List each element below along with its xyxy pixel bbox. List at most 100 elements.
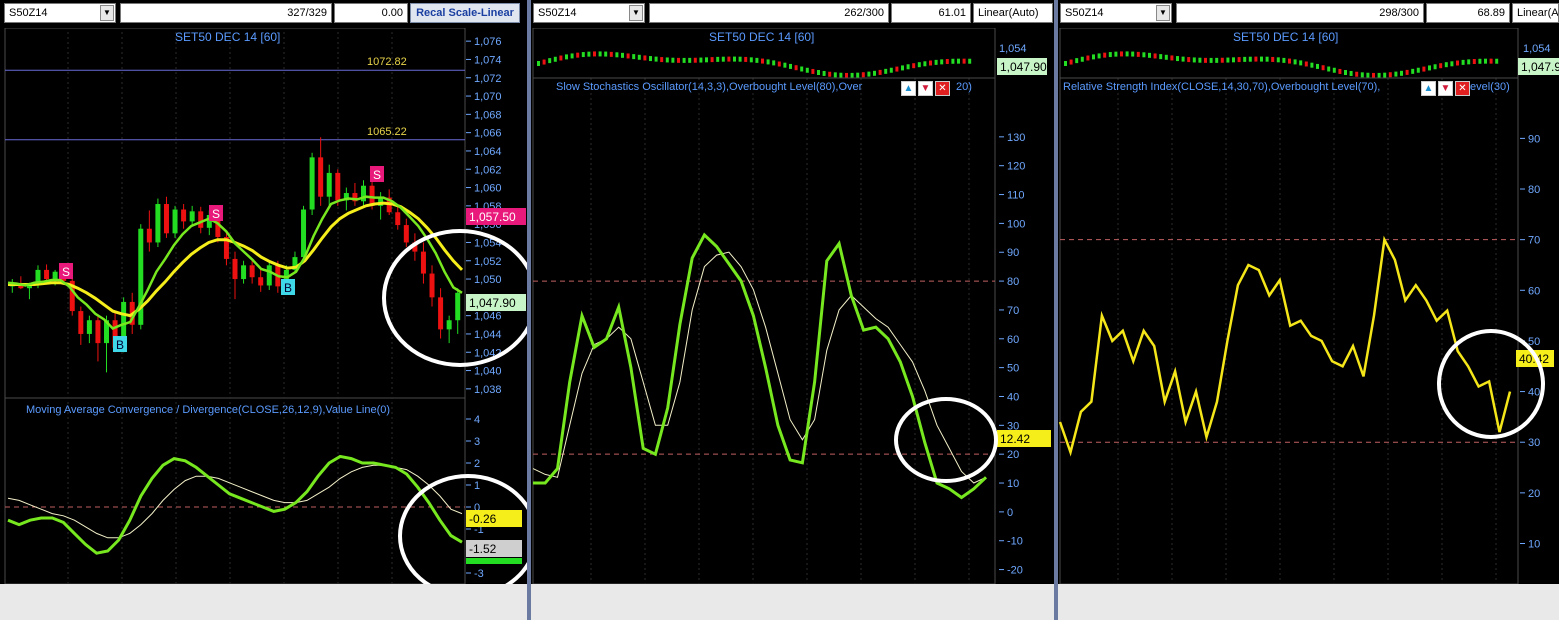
mini-candle	[744, 56, 748, 62]
scale-mode-button[interactable]: Linear(Auto)	[973, 3, 1053, 23]
chevron-down-icon[interactable]: ▼	[629, 5, 643, 21]
y-tick-label: 1,052	[474, 256, 502, 268]
chevron-down-icon[interactable]: ▼	[100, 5, 114, 21]
y-tick-label: 40	[1007, 391, 1019, 403]
mini-candle	[733, 56, 736, 62]
panel3-toolbar: S50Z14 ▼ 298/300 68.89 Linear(Auto	[1058, 0, 1559, 28]
y-tick-label: 1,062	[474, 164, 502, 176]
mini-candle	[917, 62, 921, 68]
macd-line	[7, 454, 463, 555]
mini-candle	[1288, 58, 1291, 64]
mini-candle	[1248, 56, 1252, 62]
mini-candle	[1282, 57, 1286, 63]
move-down-icon[interactable]: ▼	[918, 81, 933, 96]
mini-candle	[654, 56, 658, 62]
mini-candle	[884, 68, 888, 74]
mini-candle	[1215, 57, 1219, 63]
mini-candle	[598, 51, 602, 57]
y-tick-label: -20	[1007, 565, 1023, 577]
scale-mode-button[interactable]: Linear(Auto	[1512, 3, 1559, 23]
y-tick-label: 10	[1528, 538, 1540, 550]
mini-candle	[637, 54, 641, 60]
signal-label: B	[284, 281, 292, 295]
mini-candle	[1131, 51, 1135, 57]
mini-candle	[1125, 51, 1129, 57]
mini-candle	[968, 58, 972, 64]
bar-count: 262/300	[649, 3, 889, 23]
mini-candle	[777, 61, 781, 67]
mini-candle	[570, 53, 574, 59]
move-up-icon[interactable]: ▲	[901, 81, 916, 96]
mini-candle	[929, 60, 932, 66]
mini-candle	[1400, 70, 1403, 76]
stoch-d-line	[532, 251, 987, 484]
recal-scale-button[interactable]: Recal Scale-Linear	[410, 3, 520, 23]
mini-candle	[665, 57, 669, 63]
candle-body	[429, 273, 435, 298]
macd-signal-line	[7, 464, 463, 539]
candle-body	[86, 320, 92, 334]
chevron-down-icon[interactable]: ▼	[1156, 5, 1170, 21]
close-icon[interactable]: ✕	[1455, 81, 1470, 96]
stochastic-chart-svg: SET50 DEC 14 [60] 1,054 1,047.90 Slow Stoch…	[532, 28, 1051, 617]
mini-candle	[537, 61, 540, 66]
mini-candle	[1153, 53, 1157, 59]
macd-label-yellow: -0.26	[469, 512, 497, 526]
candle-body	[438, 297, 444, 330]
close-icon[interactable]: ✕	[935, 81, 950, 96]
mini-candle	[873, 70, 876, 76]
mini-candle	[906, 64, 910, 70]
mini-candle	[828, 71, 832, 77]
mini-candle	[716, 56, 720, 62]
pane-frame	[4, 397, 466, 585]
mini-candle	[805, 67, 809, 73]
value-box: 61.01	[891, 3, 971, 23]
mini-candle	[565, 54, 568, 60]
move-up-icon[interactable]: ▲	[1421, 81, 1436, 96]
mini-candle	[1243, 56, 1247, 62]
signal-label: S	[62, 265, 70, 279]
mini-candle	[1108, 52, 1112, 58]
mini-candle	[1069, 59, 1073, 65]
y-tick-label: 1,054	[999, 43, 1027, 55]
mini-candle	[912, 63, 916, 69]
value-box: 0.00	[334, 3, 408, 23]
mini-candle	[677, 57, 680, 63]
mini-candle	[559, 55, 563, 61]
highlight-circle	[1437, 329, 1545, 439]
mini-candle	[845, 72, 848, 78]
chart-title: SET50 DEC 14 [60]	[709, 30, 814, 44]
chart-title: SET50 DEC 14 [60]	[175, 30, 280, 44]
mini-candle	[548, 58, 552, 64]
mini-candle	[1086, 55, 1090, 61]
move-down-icon[interactable]: ▼	[1438, 81, 1453, 96]
mini-candle	[1394, 71, 1398, 77]
chart-panel-1: S50Z14 ▼ 327/329 0.00 Recal Scale-Linear…	[0, 0, 527, 620]
mini-candle	[576, 52, 580, 58]
y-tick-label: 10	[1007, 478, 1019, 490]
candle-body	[301, 209, 307, 258]
price-label-red: 1,057.50	[469, 210, 516, 224]
mini-candle	[1064, 61, 1067, 66]
mini-candle	[1433, 64, 1437, 70]
y-tick-label: 20	[1007, 449, 1019, 461]
candle-body	[52, 271, 58, 280]
value-box: 68.89	[1426, 3, 1510, 23]
mini-candle	[850, 72, 854, 78]
mini-candle	[542, 59, 546, 65]
mini-candle	[1327, 66, 1331, 72]
y-tick-label: 1,076	[474, 36, 502, 48]
mini-candle	[1316, 63, 1319, 69]
mini-candle	[1198, 57, 1202, 63]
signal-label: S	[373, 168, 381, 182]
candle-body	[395, 212, 401, 226]
y-tick-label: 0	[1007, 507, 1013, 519]
candle-body	[163, 204, 169, 234]
mini-candle	[626, 53, 630, 59]
time-axis	[1058, 584, 1559, 620]
mini-candle	[749, 57, 753, 63]
mini-candle	[1192, 57, 1196, 63]
indicator-title: Relative Strength Index(CLOSE,14,30,70),…	[1063, 81, 1380, 93]
mini-candle	[1120, 51, 1123, 57]
mini-candle	[1484, 58, 1487, 64]
